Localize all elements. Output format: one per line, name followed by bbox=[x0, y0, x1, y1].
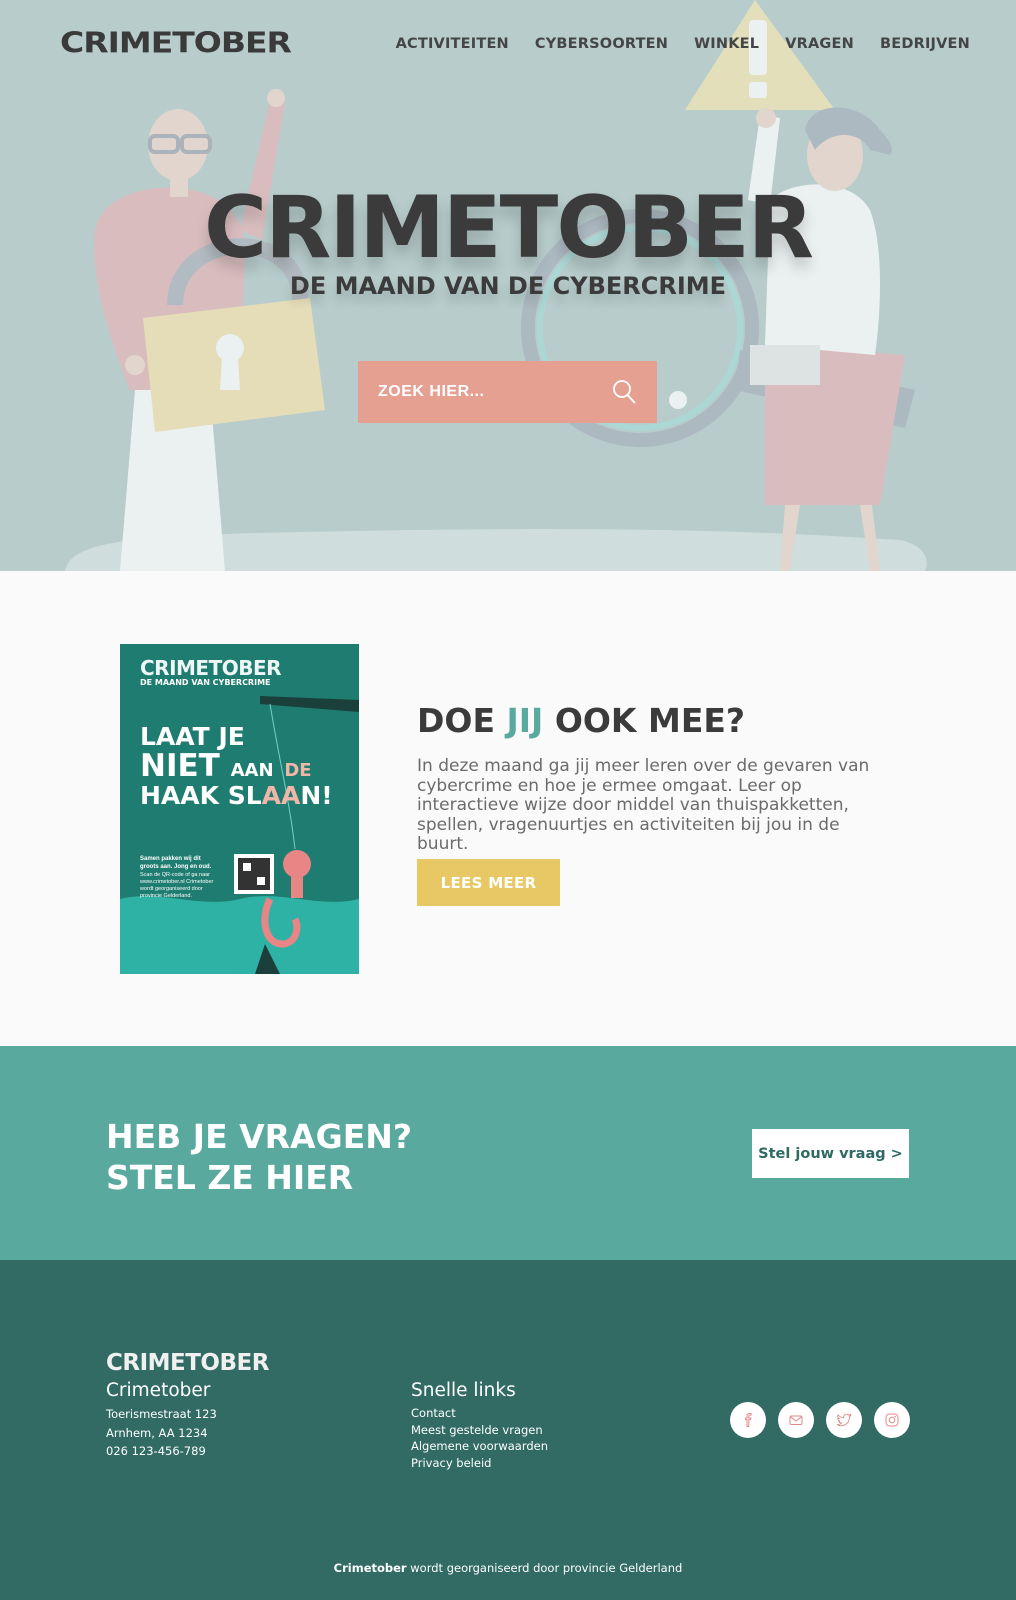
poster-subtitle: DE MAAND VAN CYBERCRIME bbox=[140, 678, 271, 687]
nav-item-activiteiten[interactable]: ACTIVITEITEN bbox=[396, 36, 509, 52]
facebook-icon bbox=[745, 1413, 752, 1427]
poster-line-2-de: DE bbox=[284, 760, 312, 782]
search-icon[interactable] bbox=[611, 379, 637, 405]
poster-small-text: Samen pakken wij dit groots aan. Jong en… bbox=[140, 856, 220, 900]
questions-title-line-1: HEB JE VRAGEN? bbox=[106, 1117, 412, 1156]
nav-item-bedrijven[interactable]: BEDRIJVEN bbox=[880, 36, 970, 52]
campaign-poster: CRIMETOBER DE MAAND VAN CYBERCRIME LAAT … bbox=[120, 644, 359, 974]
poster-line-3-pink: AA bbox=[261, 780, 301, 810]
nav-item-winkel[interactable]: WINKEL bbox=[694, 36, 759, 52]
nav-item-cybersoorten[interactable]: CYBERSOORTEN bbox=[535, 36, 668, 52]
footer-link-privacy[interactable]: Privacy beleid bbox=[411, 1455, 548, 1472]
instagram-button[interactable] bbox=[874, 1402, 910, 1438]
mail-icon bbox=[789, 1415, 803, 1425]
footer-organizer-note: Crimetober wordt georganiseerd door prov… bbox=[0, 1561, 1016, 1575]
join-title: DOE JIJ OOK MEE? bbox=[417, 701, 745, 740]
join-title-accent: JIJ bbox=[506, 701, 544, 740]
footer-city: Arnhem, AA 1234 bbox=[106, 1425, 208, 1440]
ask-question-button[interactable]: Stel jouw vraag > bbox=[752, 1129, 909, 1178]
footer-contact: Crimetober Toerismestraat 123 Arnhem, AA… bbox=[106, 1380, 217, 1461]
poster-line-2: NIET AAN DE bbox=[140, 750, 333, 783]
poster-small-body: Scan de QR-code of ga naar www.crimetobe… bbox=[140, 871, 214, 900]
hero-section: CRIMETOBER ACTIVITEITEN CYBERSOORTEN WIN… bbox=[0, 0, 1016, 571]
poster-line-3-end: N! bbox=[300, 780, 333, 810]
footer-phone: 026 123-456-789 bbox=[106, 1444, 206, 1458]
facebook-button[interactable] bbox=[730, 1402, 766, 1438]
footer-address: Toerismestraat 123 bbox=[106, 1407, 217, 1421]
join-description: In deze maand ga jij meer leren over de … bbox=[417, 756, 870, 855]
footer-note-text: wordt georganiseerd door provincie Gelde… bbox=[406, 1561, 683, 1575]
footer-quick-links: Snelle links Contact Meest gestelde vrag… bbox=[411, 1380, 548, 1471]
nav-menu: ACTIVITEITEN CYBERSOORTEN WINKEL VRAGEN … bbox=[396, 36, 970, 52]
join-title-part-2: OOK MEE? bbox=[543, 701, 746, 740]
join-section: CRIMETOBER DE MAAND VAN CYBERCRIME LAAT … bbox=[0, 571, 1016, 1046]
footer-note-brand: Crimetober bbox=[333, 1561, 407, 1575]
site-footer: CRIMETOBER Crimetober Toerismestraat 123… bbox=[0, 1260, 1016, 1600]
footer-logo[interactable]: CRIMETOBER bbox=[106, 1350, 269, 1376]
footer-links-title: Snelle links bbox=[411, 1380, 516, 1401]
twitter-button[interactable] bbox=[826, 1402, 862, 1438]
footer-link-faq[interactable]: Meest gestelde vragen bbox=[411, 1422, 548, 1439]
footer-contact-title: Crimetober bbox=[106, 1380, 211, 1401]
poster-line-3-start: HAAK SL bbox=[140, 780, 262, 810]
nav-item-vragen[interactable]: VRAGEN bbox=[785, 36, 854, 52]
search-input[interactable] bbox=[358, 361, 598, 423]
poster-logo: CRIMETOBER bbox=[140, 656, 282, 680]
questions-title-line-2: STEL ZE HIER bbox=[106, 1158, 354, 1198]
poster-headline: LAAT JE NIET AAN DE HAAK SLAAN! bbox=[140, 722, 333, 810]
read-more-button[interactable]: LEES MEER bbox=[417, 859, 560, 906]
join-title-part-1: DOE bbox=[417, 701, 507, 740]
site-logo[interactable]: CRIMETOBER bbox=[60, 26, 292, 59]
poster-line-2-aan: AAN bbox=[230, 760, 274, 782]
hero-subtitle: DE MAAND VAN DE CYBERCRIME bbox=[289, 272, 727, 300]
footer-link-contact[interactable]: Contact bbox=[411, 1405, 548, 1422]
social-links bbox=[730, 1402, 910, 1438]
hero-title: CRIMETOBER bbox=[204, 178, 814, 278]
footer-link-terms[interactable]: Algemene voorwaarden bbox=[411, 1438, 548, 1455]
twitter-icon bbox=[836, 1413, 851, 1427]
instagram-icon bbox=[885, 1413, 899, 1427]
poster-line-1: LAAT JE bbox=[140, 722, 245, 751]
search-box bbox=[358, 361, 657, 423]
poster-line-3: HAAK SLAAN! bbox=[140, 780, 333, 810]
mail-button[interactable] bbox=[778, 1402, 814, 1438]
poster-small-bold: Samen pakken wij dit groots aan. Jong en… bbox=[140, 856, 212, 870]
questions-title: HEB JE VRAGEN? STEL ZE HIER bbox=[106, 1116, 412, 1199]
questions-section: HEB JE VRAGEN? STEL ZE HIER Stel jouw vr… bbox=[0, 1046, 1016, 1260]
poster-line-2-main: NIET bbox=[140, 748, 220, 785]
main-navigation: CRIMETOBER ACTIVITEITEN CYBERSOORTEN WIN… bbox=[0, 0, 1016, 90]
